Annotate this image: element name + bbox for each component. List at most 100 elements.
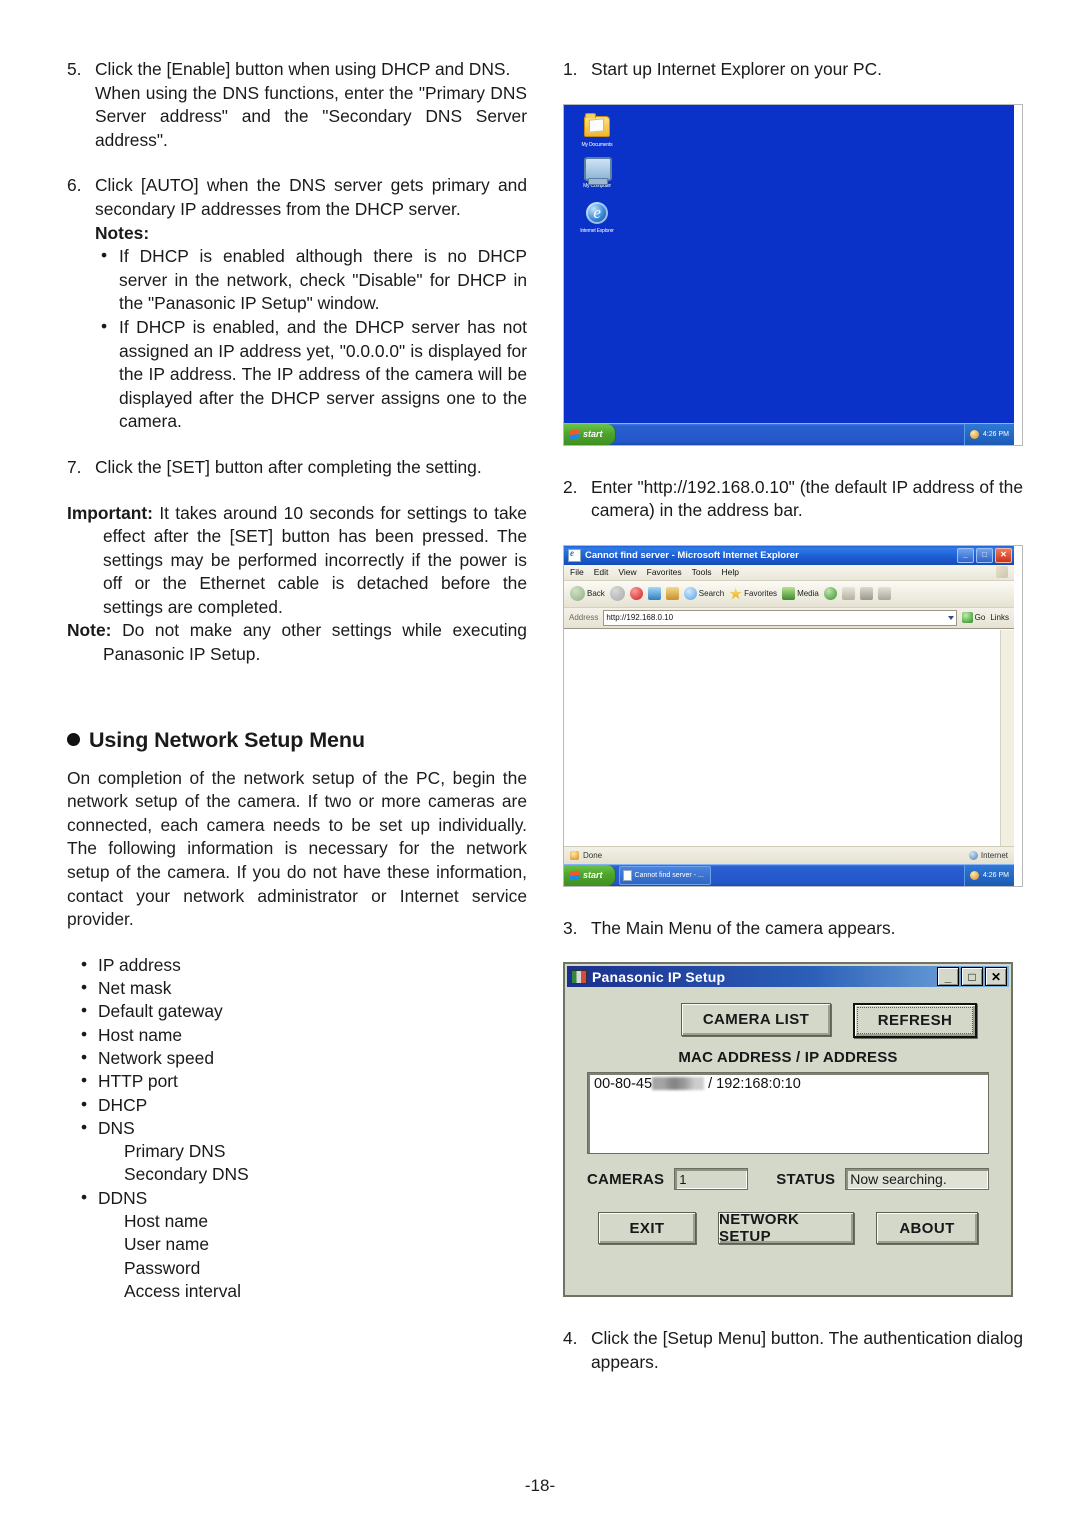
start-button[interactable]: start (564, 423, 616, 445)
tray-icon (969, 429, 979, 439)
history-icon[interactable] (823, 587, 837, 601)
address-value: http://192.168.0.10 (606, 613, 674, 623)
globe-icon (968, 850, 978, 860)
ie-screenshot-taskbar: start Cannot find server - ... 4:26 PM (564, 863, 1014, 886)
print-icon[interactable] (859, 587, 873, 601)
panasonic-ip-setup-dialog: Panasonic IP Setup _ □ ✕ CAMERA LIST REF… (563, 962, 1013, 1298)
ip-setup-title-bar: Panasonic IP Setup _ □ ✕ (567, 966, 1009, 988)
start-button[interactable]: start (564, 864, 616, 886)
ie-status-bar: Done Internet (564, 845, 1014, 864)
menu-item-view[interactable]: View (618, 567, 636, 577)
setting-item: Network speed (79, 1046, 527, 1070)
start-button-label: start (583, 429, 603, 440)
desktop-screenshot: My Documents My Computer Internet Explor… (563, 103, 1023, 446)
search-button-label: Search (698, 589, 725, 599)
step-2: 2. Enter "http://192.168.0.10" (the defa… (563, 476, 1023, 523)
back-button-label: Back (587, 589, 605, 599)
menu-item-file[interactable]: File (570, 567, 584, 577)
step-1-number: 1. (563, 59, 578, 79)
close-button[interactable]: ✕ (995, 547, 1012, 563)
address-input[interactable]: http://192.168.0.10 (603, 609, 957, 626)
security-zone-label: Internet (980, 850, 1008, 860)
step-3-number: 3. (563, 917, 578, 938)
vertical-scrollbar[interactable] (1000, 629, 1014, 846)
setting-item: DNS (79, 1116, 527, 1140)
minimize-button[interactable]: _ (937, 967, 959, 987)
camera-list-box[interactable]: 00-80-45 / 192:168:0:10 (587, 1072, 989, 1155)
media-button[interactable]: Media (782, 587, 819, 601)
forward-button[interactable] (609, 586, 625, 602)
back-button[interactable]: Back (570, 586, 605, 602)
stop-icon[interactable] (629, 587, 643, 601)
panasonic-app-icon (571, 969, 587, 984)
ip-address-value: 192:168:0:10 (716, 1076, 801, 1093)
desktop-icon-my-computer[interactable]: My Computer (570, 155, 624, 189)
windows-flag-icon (570, 870, 579, 881)
internet-explorer-icon (584, 201, 610, 226)
step-6: 6. Click [AUTO] when the DNS server gets… (67, 174, 527, 221)
menu-item-help[interactable]: Help (721, 567, 738, 577)
step-5-line-2: When using the DNS functions, enter the … (95, 82, 527, 150)
step-5: 5. Click the [Enable] button when using … (67, 58, 527, 152)
edit-icon[interactable] (877, 587, 891, 601)
mail-icon[interactable] (841, 587, 855, 601)
favorites-button[interactable]: Favorites (729, 587, 777, 600)
close-button[interactable]: ✕ (985, 967, 1007, 987)
desktop-icon-label: Internet Explorer (580, 227, 614, 234)
required-settings-list-continued: DDNS (67, 1186, 527, 1210)
system-tray[interactable]: 4:26 PM (963, 864, 1014, 886)
desktop-icon-label: My Documents (581, 141, 613, 148)
network-setup-button[interactable]: NETWORK SETUP (718, 1211, 854, 1245)
setting-subitem: Host name (124, 1211, 209, 1232)
favorites-button-label: Favorites (744, 589, 778, 599)
system-tray[interactable]: 4:26 PM (963, 423, 1014, 445)
links-label[interactable]: Links (990, 613, 1009, 622)
desktop-icon-my-documents[interactable]: My Documents (570, 113, 624, 148)
exit-button[interactable]: EXIT (598, 1212, 696, 1245)
setting-label: DNS (98, 1117, 135, 1138)
step-2-number: 2. (563, 476, 578, 497)
ip-setup-window-controls: _ □ ✕ (937, 967, 1007, 987)
ie-address-bar: Address http://192.168.0.10 Go Links (564, 607, 1014, 629)
ip-setup-body: CAMERA LIST REFRESH MAC ADDRESS / IP ADD… (565, 987, 1011, 1245)
favorites-star-icon (729, 587, 742, 600)
right-column: 1. Start up Internet Explorer on your PC… (563, 58, 1023, 1375)
status-value-field: Now searching. (845, 1168, 989, 1191)
step-6-text: Click [AUTO] when the DNS server gets pr… (95, 175, 527, 219)
mac-address-prefix: 00-80-45 (594, 1076, 653, 1093)
camera-list-row[interactable]: 00-80-45 / 192:168:0:10 (594, 1076, 982, 1092)
taskbar-window-item[interactable]: Cannot find server - ... (618, 865, 711, 885)
refresh-button[interactable]: REFRESH (853, 1003, 977, 1039)
about-button[interactable]: ABOUT (876, 1212, 978, 1245)
note-label: Note: (67, 620, 112, 641)
note-bullet: If DHCP is enabled, and the DHCP server … (101, 315, 527, 434)
maximize-button[interactable]: □ (961, 967, 983, 987)
chevron-down-icon[interactable] (947, 615, 954, 620)
step-2-text: Enter "http://192.168.0.10" (the default… (591, 476, 1023, 521)
important-text: It takes around 10 seconds for settings … (103, 502, 527, 617)
setting-subitem: Primary DNS (124, 1141, 226, 1162)
step-3: 3. The Main Menu of the camera appears. (563, 917, 1023, 941)
step-3-text: The Main Menu of the camera appears. (591, 917, 896, 938)
search-button[interactable]: Search (683, 587, 725, 601)
media-icon (782, 587, 796, 601)
menu-item-edit[interactable]: Edit (594, 567, 609, 577)
notes-list: If DHCP is enabled although there is no … (67, 244, 527, 434)
important-block: Important: It takes around 10 seconds fo… (67, 502, 527, 620)
ip-setup-bottom-buttons: EXIT NETWORK SETUP ABOUT (587, 1211, 989, 1245)
menu-item-tools[interactable]: Tools (692, 567, 712, 577)
setting-label: DHCP (98, 1094, 148, 1115)
desktop-icon-internet-explorer[interactable]: Internet Explorer (570, 201, 624, 234)
refresh-icon[interactable] (647, 587, 661, 601)
camera-list-button[interactable]: CAMERA LIST (681, 1003, 831, 1037)
setting-item: HTTP port (79, 1069, 527, 1093)
go-button[interactable]: Go (961, 612, 986, 624)
home-icon[interactable] (665, 587, 679, 601)
menu-item-favorites[interactable]: Favorites (647, 567, 682, 577)
minimize-button[interactable]: _ (957, 547, 974, 563)
section-heading: Using Network Setup Menu (67, 727, 527, 753)
page-icon (622, 869, 632, 881)
maximize-button[interactable]: □ (976, 547, 993, 563)
go-button-label: Go (974, 613, 986, 623)
step-7-text: Click the [SET] button after completing … (95, 456, 482, 477)
